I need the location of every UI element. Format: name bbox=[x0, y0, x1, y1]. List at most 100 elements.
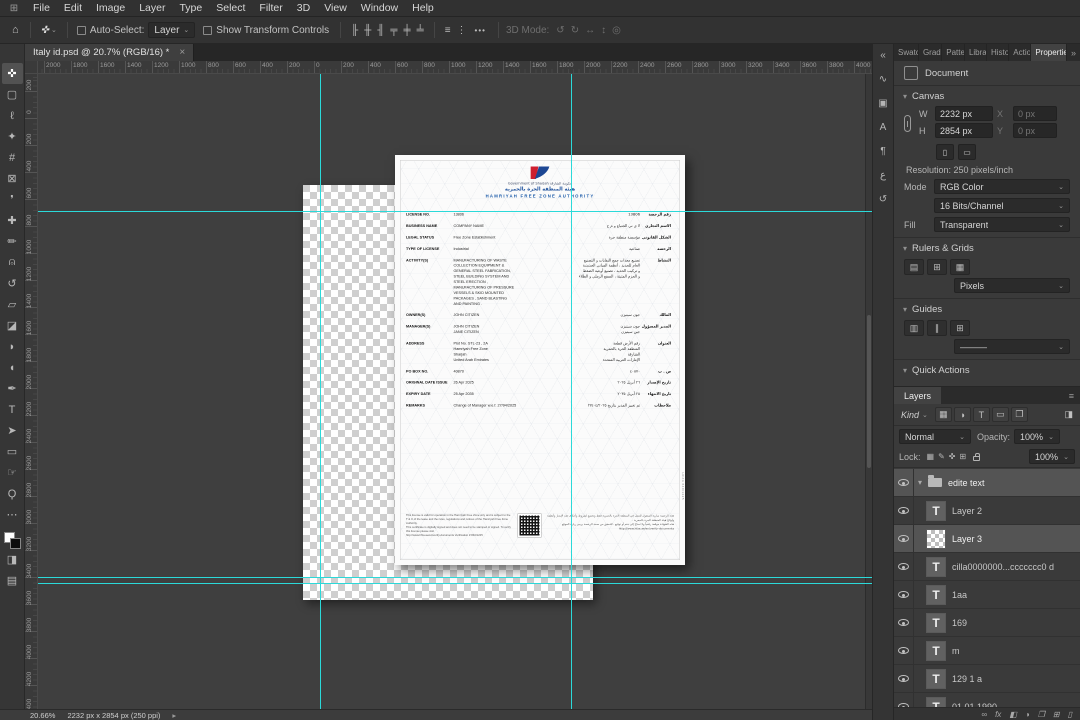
align-middle-icon[interactable]: ╪ bbox=[401, 25, 414, 36]
layer-visibility-toggle[interactable] bbox=[894, 665, 914, 692]
close-tab-icon[interactable]: × bbox=[179, 47, 185, 58]
layer-visibility-toggle[interactable] bbox=[894, 693, 914, 707]
zoom-tool[interactable]: Ϙ bbox=[2, 483, 23, 504]
portrait-orientation-button[interactable]: ▯ bbox=[936, 144, 954, 160]
panel-tab-libra[interactable]: Libra bbox=[965, 44, 987, 61]
home-icon[interactable]: ⌂ bbox=[8, 24, 23, 36]
panel-tab-gradi[interactable]: Gradi bbox=[919, 44, 943, 61]
menu-layer[interactable]: Layer bbox=[132, 2, 172, 14]
pen-tool[interactable]: ✒ bbox=[2, 378, 23, 399]
align-right-icon[interactable]: ╢ bbox=[374, 25, 387, 36]
delete-layer-icon[interactable]: ▯ bbox=[1068, 710, 1072, 719]
panel-tab-patte[interactable]: Patte bbox=[942, 44, 965, 61]
canvas-fill-select[interactable]: Transparent ⌄ bbox=[934, 217, 1070, 232]
marquee-tool[interactable]: ▢ bbox=[2, 84, 23, 105]
align-center-horizontal-icon[interactable]: ╫ bbox=[361, 25, 374, 36]
panel-tab-swatc[interactable]: Swatc bbox=[894, 44, 919, 61]
zoom-level[interactable]: 20.66% bbox=[30, 711, 55, 720]
canvas-width-input[interactable]: 2232 px bbox=[935, 106, 993, 121]
horizontal-ruler[interactable]: 2000 1800 1600 1400 1200 1000 800 600 400 200 0 200… bbox=[38, 61, 872, 74]
expand-panels-icon[interactable]: « bbox=[875, 47, 892, 63]
auto-select-checkbox[interactable] bbox=[76, 25, 86, 35]
layer-visibility-toggle[interactable] bbox=[894, 553, 914, 580]
menu-type[interactable]: Type bbox=[172, 2, 209, 14]
filter-pixel-layers-icon[interactable]: ▦ bbox=[934, 407, 952, 422]
layer-visibility-toggle[interactable] bbox=[894, 497, 914, 524]
link-layers-icon[interactable]: ∞ bbox=[981, 710, 987, 719]
quick-selection-tool[interactable]: ✦ bbox=[2, 126, 23, 147]
fill-opacity-select[interactable]: 100% ⌄ bbox=[1029, 449, 1075, 464]
dodge-tool[interactable]: ◖ bbox=[2, 357, 23, 378]
layer-row-layer-3[interactable]: Layer 3 bbox=[894, 525, 1080, 553]
align-bottom-icon[interactable]: ╧ bbox=[414, 25, 427, 36]
panel-menu-icon[interactable]: ≡ bbox=[1063, 387, 1080, 404]
adjustment-layer-icon[interactable]: ◑ bbox=[1025, 710, 1030, 719]
filter-shape-layers-icon[interactable]: ▭ bbox=[991, 407, 1009, 422]
more-options-icon[interactable]: ••• bbox=[470, 26, 491, 35]
menu-window[interactable]: Window bbox=[354, 2, 405, 14]
panel-tab-histo[interactable]: Histo bbox=[987, 44, 1010, 61]
landscape-orientation-button[interactable]: ▭ bbox=[958, 144, 976, 160]
menu-filter[interactable]: Filter bbox=[252, 2, 289, 14]
guide-vertical-2[interactable] bbox=[571, 74, 572, 709]
layer-row-cilla0000000-ccccccc0-d[interactable]: Tcilla0000000...ccccccc0 d bbox=[894, 553, 1080, 581]
current-tool-icon[interactable]: ✜ ⌄ bbox=[38, 25, 60, 36]
glyphs-panel-icon[interactable]: ع bbox=[875, 167, 892, 183]
frame-tool[interactable]: ⊠ bbox=[2, 168, 23, 189]
filter-type-layers-icon[interactable]: T bbox=[972, 407, 990, 422]
toggle-grid-icon[interactable]: ⊞ bbox=[927, 259, 947, 275]
color-swatches[interactable] bbox=[3, 532, 21, 549]
rulers-grids-section-header[interactable]: ▾ Rulers & Grids bbox=[894, 238, 1080, 256]
edit-toolbar-icon[interactable]: ⋯ bbox=[2, 504, 23, 525]
eyedropper-tool[interactable]: ❜ bbox=[2, 189, 23, 210]
layer-row-1aa[interactable]: T 1aa bbox=[894, 581, 1080, 609]
canvas-height-input[interactable]: 2854 px bbox=[935, 123, 993, 138]
path-selection-tool[interactable]: ➤ bbox=[2, 420, 23, 441]
canvas-area[interactable]: Government of Sharjah حكومة الشارقة هيئة… bbox=[38, 74, 872, 709]
bit-depth-select[interactable]: 16 Bits/Channel ⌄ bbox=[934, 198, 1070, 213]
lock-position-icon[interactable]: ✜ bbox=[947, 452, 958, 461]
history-panel-icon[interactable]: ↺ bbox=[875, 191, 892, 207]
guide-horizontal-1[interactable] bbox=[38, 211, 872, 212]
menu-edit[interactable]: Edit bbox=[57, 2, 89, 14]
canvas-vertical-scrollbar[interactable] bbox=[865, 74, 872, 709]
blend-mode-select[interactable]: Normal ⌄ bbox=[899, 429, 971, 444]
quick-mask-icon[interactable]: ◨ bbox=[2, 549, 23, 570]
layer-visibility-toggle[interactable] bbox=[894, 469, 914, 496]
layer-style-icon[interactable]: fx bbox=[995, 710, 1001, 719]
filter-smart-objects-icon[interactable]: ❐ bbox=[1010, 407, 1028, 422]
screen-mode-icon[interactable]: ▤ bbox=[2, 570, 23, 591]
color-mode-select[interactable]: RGB Color ⌄ bbox=[934, 179, 1070, 194]
opacity-select[interactable]: 100% ⌄ bbox=[1014, 429, 1061, 444]
crop-tool[interactable]: # bbox=[2, 147, 23, 168]
layer-filter-toggle-icon[interactable]: ◨ bbox=[1061, 409, 1076, 420]
show-transform-checkbox[interactable] bbox=[203, 25, 213, 35]
gradient-tool[interactable]: ◪ bbox=[2, 315, 23, 336]
layer-mask-icon[interactable]: ◧ bbox=[1009, 710, 1017, 719]
document-tab[interactable]: Italy id.psd @ 20.7% (RGB/16) * × bbox=[25, 44, 195, 61]
menu-select[interactable]: Select bbox=[209, 2, 252, 14]
eraser-tool[interactable]: ▱ bbox=[2, 294, 23, 315]
guide-style-select[interactable]: ——— ⌄ bbox=[954, 339, 1070, 354]
layer-row-169[interactable]: T 169 bbox=[894, 609, 1080, 637]
panel-tab-properties[interactable]: Properties bbox=[1031, 44, 1067, 61]
guide-vertical-1[interactable] bbox=[320, 74, 321, 709]
character-panel-icon[interactable]: A bbox=[875, 119, 892, 135]
layer-visibility-toggle[interactable] bbox=[894, 581, 914, 608]
lock-image-pixels-icon[interactable]: ✎ bbox=[936, 452, 947, 461]
distribute-vertical-icon[interactable]: ⋮ bbox=[454, 25, 470, 36]
layers-tab[interactable]: Layers bbox=[894, 387, 942, 404]
filter-kind-select[interactable]: Kind ⌄ bbox=[898, 410, 931, 420]
group-expand-icon[interactable]: ▾ bbox=[914, 478, 926, 487]
brush-tool[interactable]: ✏ bbox=[2, 231, 23, 252]
clone-stamp-tool[interactable]: ⍝ bbox=[2, 252, 23, 273]
vertical-ruler[interactable]: 200 0 200 400 600 800 1000 1200 1400 1600 1800 2000… bbox=[25, 74, 38, 709]
toggle-guides-icon[interactable]: ▥ bbox=[904, 320, 924, 336]
lock-artboard-icon[interactable]: ⊞ bbox=[957, 452, 968, 461]
toggle-pixel-grid-icon[interactable]: ▦ bbox=[950, 259, 970, 275]
blur-tool[interactable]: ◗ bbox=[2, 336, 23, 357]
move-tool[interactable]: ✜ bbox=[1, 63, 23, 84]
menu-3d[interactable]: 3D bbox=[290, 2, 317, 14]
layer-row-layer-2[interactable]: T Layer 2 bbox=[894, 497, 1080, 525]
auto-select-target-select[interactable]: Layer ⌄ bbox=[148, 22, 196, 38]
